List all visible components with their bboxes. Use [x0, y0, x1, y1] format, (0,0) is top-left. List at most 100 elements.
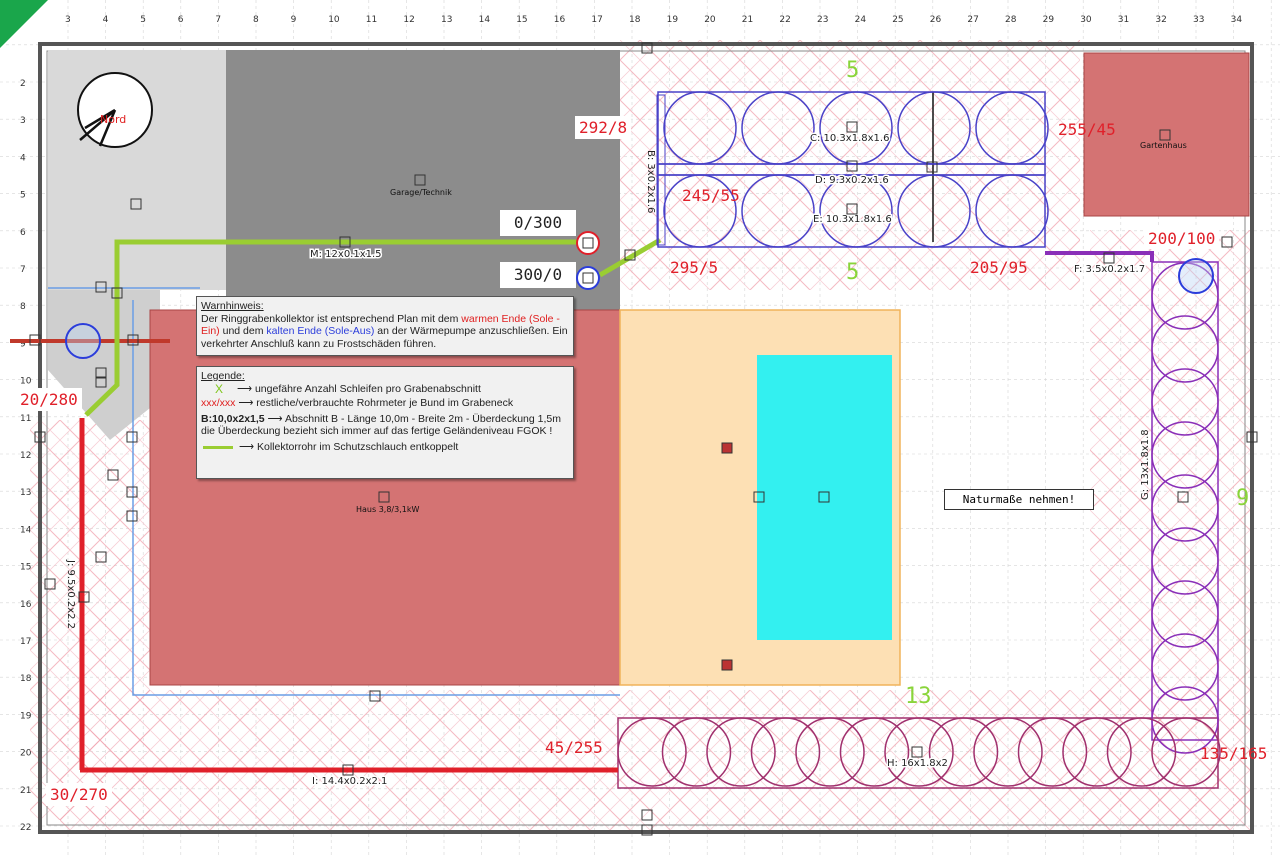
ruler-top-label: 3 [65, 15, 71, 25]
ruler-top-label: 12 [403, 15, 414, 25]
ruler-top-label: 24 [855, 15, 867, 25]
pool-area [757, 355, 892, 640]
ruler-top-label: 7 [215, 15, 221, 25]
section-label-f: F: 3.5x0.2x1.7 [1074, 264, 1145, 275]
ruler-top-label: 29 [1043, 15, 1055, 25]
ruler-left-label: 2 [20, 79, 26, 89]
meter-label: 255/45 [1058, 120, 1116, 139]
section-label-m: M: 12x0.1x1.5 [310, 249, 382, 260]
ruler-top-label: 22 [779, 15, 790, 25]
ruler-top-label: 25 [892, 15, 903, 25]
warning-text: Der Ringgrabenkollektor ist entsprechend… [201, 312, 568, 350]
ruler-top-label: 20 [704, 15, 716, 25]
ruler-left-label: 14 [20, 525, 32, 535]
ruler-top-label: 10 [328, 15, 340, 25]
hatch-zone-left [30, 420, 150, 820]
ruler-top-label: 11 [366, 15, 377, 25]
meter-label: 30/270 [46, 783, 112, 806]
measure-note: Naturmaße nehmen! [944, 489, 1094, 510]
section-label-b: B: 3x0.2x1.6 [645, 150, 656, 213]
meter-label: 205/95 [970, 258, 1028, 277]
ruler-top-label: 13 [441, 15, 452, 25]
ruler-left-label: 3 [20, 116, 26, 126]
ruler-left-label: 4 [20, 153, 26, 163]
ruler-top-label: 27 [967, 15, 978, 25]
ruler-left-label: 13 [20, 488, 31, 498]
ruler-top-label: 23 [817, 15, 828, 25]
ruler-left-label: 21 [20, 786, 31, 796]
meter-label: 45/255 [545, 738, 603, 757]
section-label-d: D: 9.3x0.2x1.6 [815, 175, 889, 186]
ruler-top-label: 9 [291, 15, 297, 25]
ruler-top-label: 16 [554, 15, 566, 25]
ruler-top-label: 8 [253, 15, 259, 25]
ruler-left-label: 15 [20, 563, 31, 573]
loop-count-middle: 5 [846, 260, 860, 285]
ruler-left-label: 17 [20, 637, 31, 647]
left-port-icon [65, 323, 101, 359]
warm-port-icon [576, 231, 600, 255]
ruler-top-label: 5 [140, 15, 146, 25]
legend-row-green: ⟶ Kollektorrohr im Schutzschlauch entkop… [201, 441, 569, 454]
ruler-top-label: 4 [103, 15, 109, 25]
loop-count-bottom: 13 [905, 684, 932, 709]
garden-house-label: Gartenhaus [1140, 141, 1187, 150]
reference-marker [721, 442, 733, 454]
ruler-left-label: 11 [20, 414, 31, 424]
garage-label: Garage/Technik [390, 188, 452, 197]
compass-label: Nord [100, 113, 126, 126]
ruler-left-label: 20 [20, 749, 32, 759]
meter-label: 20/280 [16, 388, 82, 411]
ruler-left-label: 12 [20, 451, 31, 461]
section-label-c: C: 10.3x1.8x1.6 [810, 133, 889, 144]
section-label-i: I: 14.4x0.2x2.1 [312, 776, 387, 787]
legend-row-section: B:10,0x2x1,5 ⟶ Abschnitt B - Länge 10,0m… [201, 412, 561, 438]
legend-title: Legende: [201, 370, 245, 382]
legend-box: Legende: X ⟶ ungefähre Anzahl Schleifen p… [196, 366, 574, 479]
ruler-top-label: 21 [742, 15, 753, 25]
garage-light-wedge [48, 290, 160, 440]
ruler-left-label: 19 [20, 711, 32, 721]
meter-label: 135/165 [1200, 744, 1268, 763]
ruler-top-label: 19 [667, 15, 679, 25]
cold-end-label: 300/0 [500, 262, 576, 288]
ruler-top-label: 34 [1231, 15, 1243, 25]
section-label-g: G: 13x1.8x1.8 [1140, 429, 1151, 500]
ruler-top-label: 6 [178, 15, 184, 25]
legend-row-meters: xxx/xxx ⟶ restliche/verbrauchte Rohrmete… [201, 397, 514, 409]
section-label-j: J: 9.5x0.2x2.2 [65, 559, 76, 629]
warning-box: Warnhinweis: Der Ringgrabenkollektor ist… [196, 296, 574, 356]
hatch-zone-bottom [60, 690, 1250, 830]
ruler-left-label: 6 [20, 228, 26, 238]
corner-badge [0, 0, 48, 48]
warm-end-label: 0/300 [500, 210, 576, 236]
loop-count-top: 5 [846, 58, 860, 83]
ruler-left-label: 10 [20, 377, 32, 387]
legend-row-x: X ⟶ ungefähre Anzahl Schleifen pro Graben… [214, 381, 481, 396]
ruler-top-label: 30 [1080, 15, 1092, 25]
ruler-left-label: 7 [20, 265, 26, 275]
cold-port-icon [576, 266, 600, 290]
ruler-top-label: 32 [1155, 15, 1166, 25]
warning-title: Warnhinweis: [201, 300, 264, 312]
ruler-left-label: 8 [20, 302, 26, 312]
ruler-top-label: 33 [1193, 15, 1204, 25]
ruler-top-label: 31 [1118, 15, 1129, 25]
right-port-icon [1178, 258, 1214, 294]
section-label-h: H: 16x1.8x2 [887, 758, 948, 769]
ruler-top-label: 28 [1005, 15, 1017, 25]
ruler-left-label: 18 [20, 674, 32, 684]
house-label: Haus 3,8/3,1kW [356, 505, 419, 514]
ruler-top-label: 17 [591, 15, 602, 25]
ruler-top-label: 15 [516, 15, 527, 25]
ruler-top-label: 14 [479, 15, 491, 25]
meter-label: 200/100 [1144, 228, 1220, 249]
meter-label: 295/5 [670, 258, 719, 277]
ruler-left-label: 16 [20, 600, 32, 610]
section-label-e: E: 10.3x1.8x1.6 [813, 214, 892, 225]
ruler-left-label: 5 [20, 191, 26, 201]
ruler-top-label: 26 [930, 15, 942, 25]
meter-label: 245/55 [682, 186, 740, 205]
meter-label: 292/8 [575, 116, 632, 139]
reference-marker [721, 659, 733, 671]
